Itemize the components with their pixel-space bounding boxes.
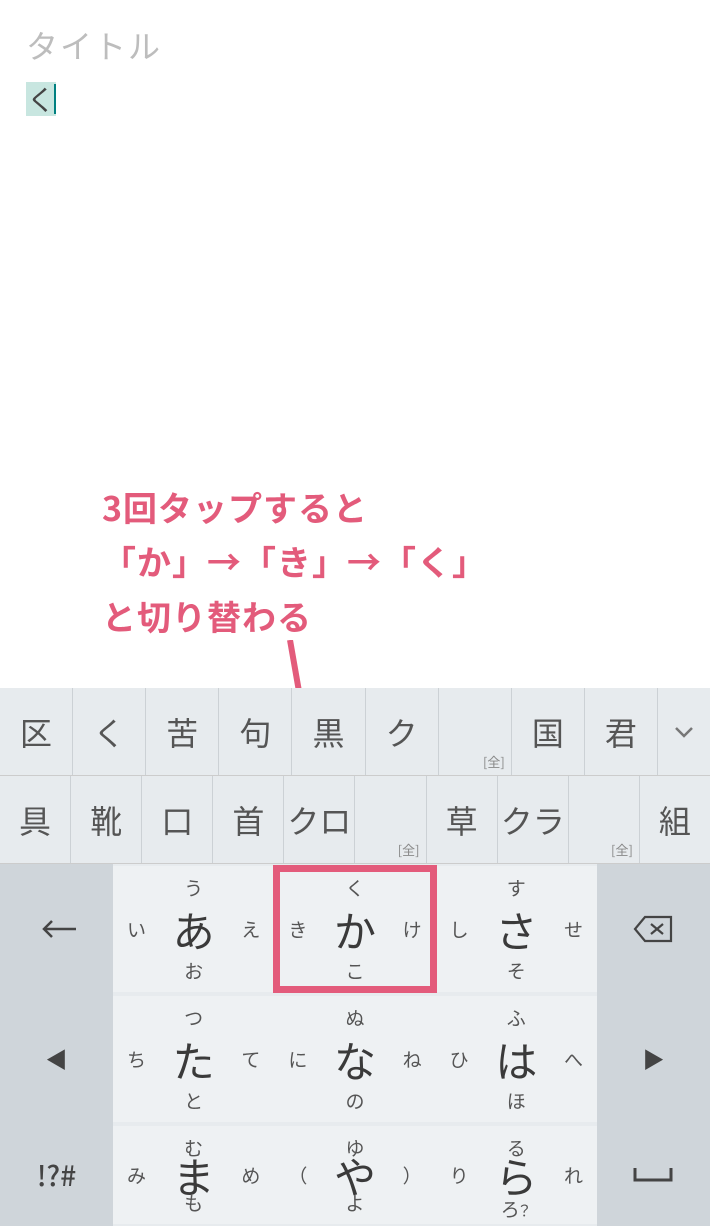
keyboard: 区 く 苦 句 黒 ク [全] 国 君 具 靴 口 首 クロ [全] 草 クラ … [0,688,710,1226]
suggestion[interactable]: [全] [355,776,426,863]
key-a[interactable]: う お い え あ [113,866,274,992]
key-ka[interactable]: く こ き け か [274,866,435,992]
symbol-key[interactable]: !?# [0,1124,113,1226]
suggestion[interactable]: 黒 [292,688,365,775]
suggestion[interactable]: [全] [569,776,640,863]
key-na[interactable]: ぬ の に ね な [274,996,435,1122]
suggestion[interactable]: クラ [498,776,569,863]
suggestion[interactable]: 口 [142,776,213,863]
suggestion-row-1: 区 く 苦 句 黒 ク [全] 国 君 [0,688,710,776]
suggestion[interactable]: 苦 [146,688,219,775]
suggestion[interactable]: 句 [219,688,292,775]
expand-suggestions-icon[interactable] [658,688,710,775]
text-cursor [54,84,56,114]
backspace-key[interactable] [597,864,710,994]
suggestion[interactable]: 国 [512,688,585,775]
suggestion[interactable]: 区 [0,688,73,775]
key-ha[interactable]: ふ ほ ひ へ は [436,996,597,1122]
cursor-left-key[interactable]: ◀ [0,994,113,1124]
suggestion[interactable]: 草 [427,776,498,863]
suggestion[interactable]: 靴 [71,776,142,863]
cursor-right-key[interactable]: ▶ [597,994,710,1124]
space-key[interactable] [597,1124,710,1226]
reverse-tab-key[interactable] [0,864,113,994]
annotation-text: 3回タップすると 「か」→「き」→「く」 と切り替わる [102,480,487,643]
keypad: う お い え あ く こ き け か す そ し せ さ [0,864,710,1226]
key-ta[interactable]: つ と ち て た [113,996,274,1122]
key-ra[interactable]: る ろ？ り れ ら [436,1126,597,1224]
key-ma[interactable]: む も み め ま [113,1126,274,1224]
key-sa[interactable]: す そ し せ さ [436,866,597,992]
suggestion[interactable]: ク [366,688,439,775]
suggestion[interactable]: 具 [0,776,71,863]
body-area[interactable]: く [0,68,710,130]
composing-char: く [26,82,56,116]
suggestion[interactable]: 組 [640,776,710,863]
suggestion-row-2: 具 靴 口 首 クロ [全] 草 クラ [全] 組 [0,776,710,864]
suggestion[interactable]: 君 [585,688,658,775]
suggestion[interactable]: 首 [213,776,284,863]
suggestion[interactable]: く [73,688,146,775]
suggestion[interactable]: クロ [284,776,355,863]
key-ya[interactable]: ゆ よ （ ） や [274,1126,435,1224]
suggestion[interactable]: [全] [439,688,512,775]
title-area: タイトル [0,0,710,68]
title-input[interactable]: タイトル [26,22,684,68]
